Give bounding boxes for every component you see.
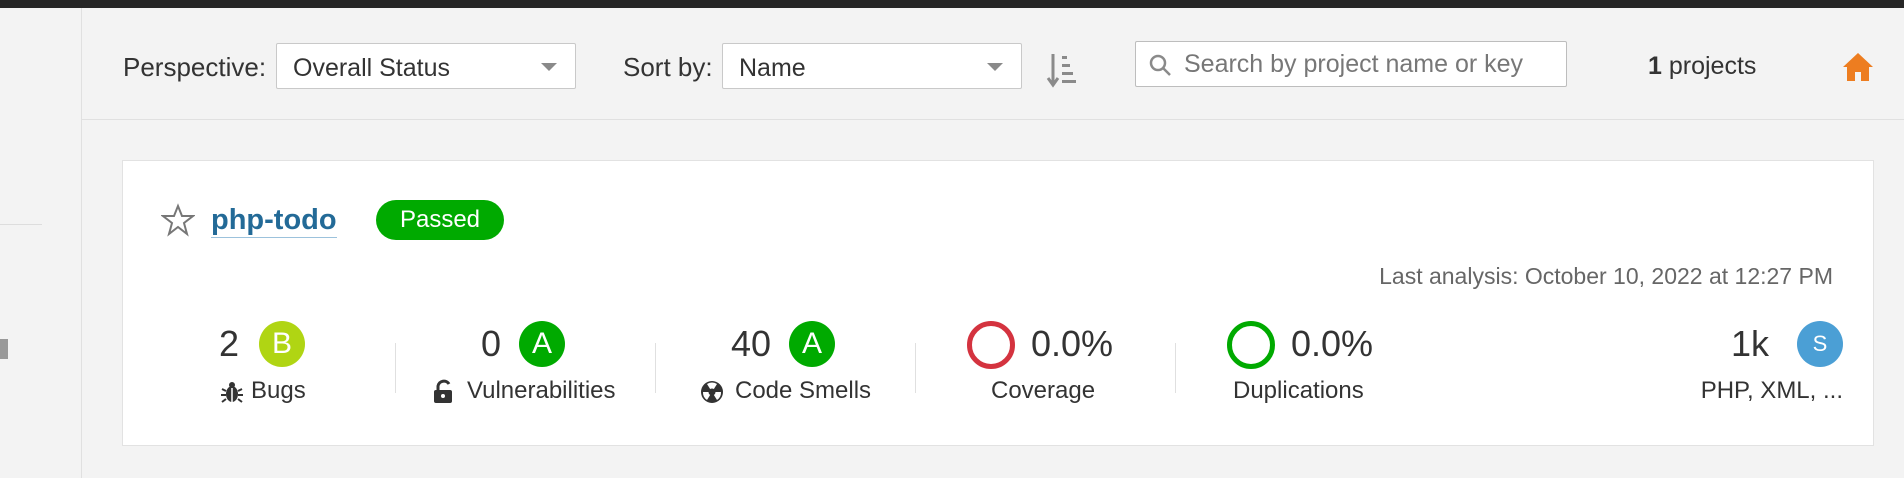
quality-gate-badge: Passed: [376, 200, 504, 240]
perspective-select[interactable]: Overall Status: [276, 43, 576, 89]
search-input[interactable]: [1184, 48, 1554, 80]
chevron-down-icon: [541, 63, 557, 71]
perspective-label: Perspective:: [123, 52, 267, 82]
perspective-value: Overall Status: [293, 54, 451, 82]
project-name-link[interactable]: php-todo: [211, 203, 337, 238]
sortby-label: Sort by:: [623, 52, 713, 82]
coverage-ring-icon: [967, 321, 1015, 369]
chevron-down-icon: [987, 63, 1003, 71]
metric-size[interactable]: 1k S PHP, XML, ...: [1693, 321, 1843, 411]
metric-separator: [655, 343, 656, 393]
size-badge: S: [1797, 321, 1843, 367]
metric-duplications[interactable]: 0.0% Duplications: [1227, 321, 1407, 411]
duplications-value: 0.0%: [1291, 323, 1374, 364]
unlock-icon: [434, 379, 452, 403]
bugs-label: Bugs: [251, 377, 306, 404]
duplications-label: Duplications: [1233, 377, 1364, 404]
last-analysis-text: Last analysis: October 10, 2022 at 12:27…: [1379, 263, 1833, 289]
code-smells-value: 40: [731, 323, 772, 364]
vulnerabilities-value: 0: [481, 323, 502, 364]
metric-code-smells[interactable]: 40 A Code Smells: [699, 321, 899, 411]
metric-bugs[interactable]: 2 B Bugs: [203, 321, 363, 411]
metric-coverage[interactable]: 0.0% Coverage: [967, 321, 1147, 411]
code-smells-label: Code Smells: [735, 377, 872, 404]
coverage-value: 0.0%: [1031, 323, 1114, 364]
top-bar: [0, 0, 1904, 8]
size-value: 1k: [1731, 323, 1770, 364]
sortby-select[interactable]: Name: [722, 43, 1022, 89]
coverage-label: Coverage: [991, 377, 1096, 404]
project-card: php-todo Passed Last analysis: October 1…: [122, 160, 1874, 446]
search-box: [1135, 41, 1567, 87]
bugs-rating-badge: B: [259, 321, 305, 367]
languages-label: PHP, XML, ...: [1700, 377, 1843, 404]
sidebar-resize-handle[interactable]: [0, 339, 8, 359]
projects-count-label: projects: [1668, 52, 1757, 80]
sort-ascending-icon[interactable]: [1045, 50, 1085, 90]
search-icon: [1149, 54, 1171, 76]
star-icon[interactable]: [161, 203, 195, 237]
filter-bar: Perspective: Overall Status Sort by: Nam…: [82, 8, 1904, 120]
sidebar: [0, 8, 82, 478]
sidebar-divider: [0, 224, 42, 225]
metric-separator: [395, 343, 396, 393]
metric-separator: [1175, 343, 1176, 393]
metric-vulnerabilities[interactable]: 0 A Vulnerabilities: [431, 321, 631, 411]
sortby-value: Name: [739, 54, 806, 82]
code-smells-rating-badge: A: [789, 321, 835, 367]
projects-count: 1 projects: [1648, 52, 1756, 81]
projects-count-number: 1: [1648, 52, 1662, 80]
metric-separator: [915, 343, 916, 393]
bugs-value: 2: [219, 323, 240, 364]
duplications-ring-icon: [1227, 321, 1275, 369]
vulnerabilities-rating-badge: A: [519, 321, 565, 367]
home-icon[interactable]: [1841, 50, 1875, 84]
bug-icon: [221, 382, 243, 403]
radiation-icon: [701, 381, 723, 403]
vulnerabilities-label: Vulnerabilities: [467, 377, 616, 404]
